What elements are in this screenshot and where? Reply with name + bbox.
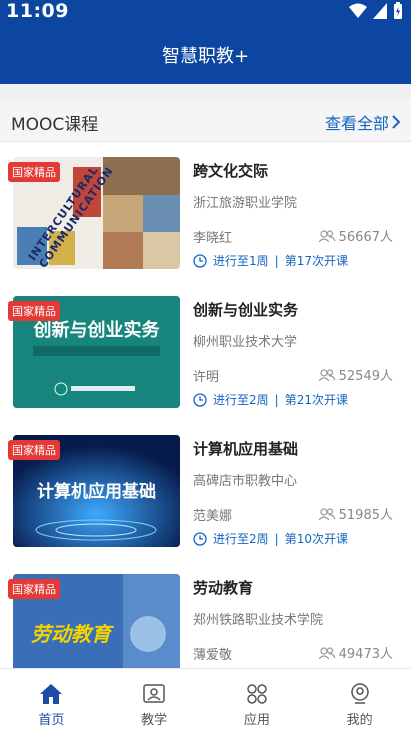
teach-icon xyxy=(143,684,165,703)
section-title: MOOC课程 xyxy=(11,115,99,135)
separator: | xyxy=(274,392,279,407)
separator: | xyxy=(274,531,279,546)
course-teacher: 范美娜 xyxy=(193,509,233,524)
tab-teaching[interactable]: 教学 xyxy=(103,669,206,731)
tab-profile-label: 我的 xyxy=(346,713,373,728)
badge-national-quality: 国家精品 xyxy=(8,579,60,599)
course-teacher: 李晓红 xyxy=(193,231,233,246)
enrollment-count-value: 51985人 xyxy=(338,508,393,523)
course-title: 创新与创业实务 xyxy=(193,301,299,319)
profile-icon xyxy=(350,683,369,704)
enrollment-count-value: 56667人 xyxy=(338,230,393,245)
people-icon xyxy=(318,646,336,659)
enrollment-count: 56667人 xyxy=(318,226,393,245)
clock-icon xyxy=(193,253,207,268)
people-icon xyxy=(318,229,336,242)
course-school: 柳州职业技术大学 xyxy=(193,335,298,350)
tab-home-label: 首页 xyxy=(38,713,65,728)
people-icon xyxy=(318,368,336,381)
tab-apps-label: 应用 xyxy=(243,713,270,728)
enrollment-count: 51985人 xyxy=(318,504,393,523)
course-title: 计算机应用基础 xyxy=(193,440,299,458)
view-all-link[interactable]: 查看全部 xyxy=(325,110,401,134)
header-spacer xyxy=(0,84,411,100)
thumb-caption: 劳动教育 xyxy=(31,622,111,646)
course-school: 浙江旅游职业学院 xyxy=(193,196,298,211)
course-progress: 进行至2周 xyxy=(213,532,269,546)
course-title: 跨文化交际 xyxy=(193,162,269,180)
clock-icon xyxy=(193,531,207,546)
course-progress: 进行至1周 xyxy=(213,254,269,268)
course-status: 进行至1周 | 第17次开课 xyxy=(193,252,348,269)
course-teacher: 薄爱敬 xyxy=(193,648,233,663)
course-item[interactable]: INTERCULTURAL COMMUNICATION 国家精品 跨文化交际 浙… xyxy=(0,142,411,281)
course-session: 第17次开课 xyxy=(284,254,348,268)
course-item[interactable]: 计算机应用基础 国家精品 计算机应用基础 高碑店市职教中心 范美娜 51985人… xyxy=(0,420,411,559)
status-time: 11:09 xyxy=(6,0,69,22)
enrollment-count-value: 49473人 xyxy=(338,647,393,662)
course-school: 高碑店市职教中心 xyxy=(193,474,298,489)
view-all-label: 查看全部 xyxy=(324,114,389,133)
course-teacher: 许明 xyxy=(193,370,220,385)
course-session: 第21次开课 xyxy=(284,393,348,407)
badge-national-quality: 国家精品 xyxy=(8,440,60,460)
course-progress: 进行至2周 xyxy=(213,393,269,407)
enrollment-count: 49473人 xyxy=(318,643,393,662)
app-title: 智慧职教+ xyxy=(161,46,250,67)
enrollment-count: 52549人 xyxy=(318,365,393,384)
clock-icon xyxy=(193,392,207,407)
tab-profile[interactable]: 我的 xyxy=(308,669,411,731)
app-header: 11:09 智慧职教+ xyxy=(0,0,411,84)
tab-teaching-label: 教学 xyxy=(141,713,168,728)
signal-icon xyxy=(373,3,387,19)
course-school: 郑州铁路职业技术学院 xyxy=(193,613,324,628)
apps-icon xyxy=(247,684,267,704)
wifi-icon xyxy=(349,3,367,18)
enrollment-count-value: 52549人 xyxy=(338,369,393,384)
course-item[interactable]: 创新与创业实务 国家精品 创新与创业实务 柳州职业技术大学 许明 52549人 … xyxy=(0,281,411,420)
tab-apps[interactable]: 应用 xyxy=(206,669,309,731)
separator: | xyxy=(274,253,279,268)
course-status: 进行至2周 | 第10次开课 xyxy=(193,530,348,547)
status-icons xyxy=(349,2,403,20)
status-bar: 11:09 xyxy=(0,0,411,24)
home-icon xyxy=(40,684,63,704)
mooc-section-header: MOOC课程 查看全部 xyxy=(0,100,411,142)
people-icon xyxy=(318,507,336,520)
course-status: 进行至2周 | 第21次开课 xyxy=(193,391,348,408)
course-list: INTERCULTURAL COMMUNICATION 国家精品 跨文化交际 浙… xyxy=(0,142,411,668)
bottom-tab-bar: 首页 教学 应用 我的 xyxy=(0,668,411,731)
course-session: 第10次开课 xyxy=(284,532,348,546)
course-title: 劳动教育 xyxy=(193,579,254,597)
battery-icon xyxy=(394,2,402,19)
badge-national-quality: 国家精品 xyxy=(8,162,60,182)
chevron-right-icon xyxy=(392,115,401,129)
badge-national-quality: 国家精品 xyxy=(8,301,60,321)
tab-home[interactable]: 首页 xyxy=(0,669,103,731)
thumb-caption: 计算机应用基础 xyxy=(37,482,156,502)
course-item[interactable]: 劳动教育 国家精品 劳动教育 郑州铁路职业技术学院 薄爱敬 49473人 xyxy=(0,559,411,668)
